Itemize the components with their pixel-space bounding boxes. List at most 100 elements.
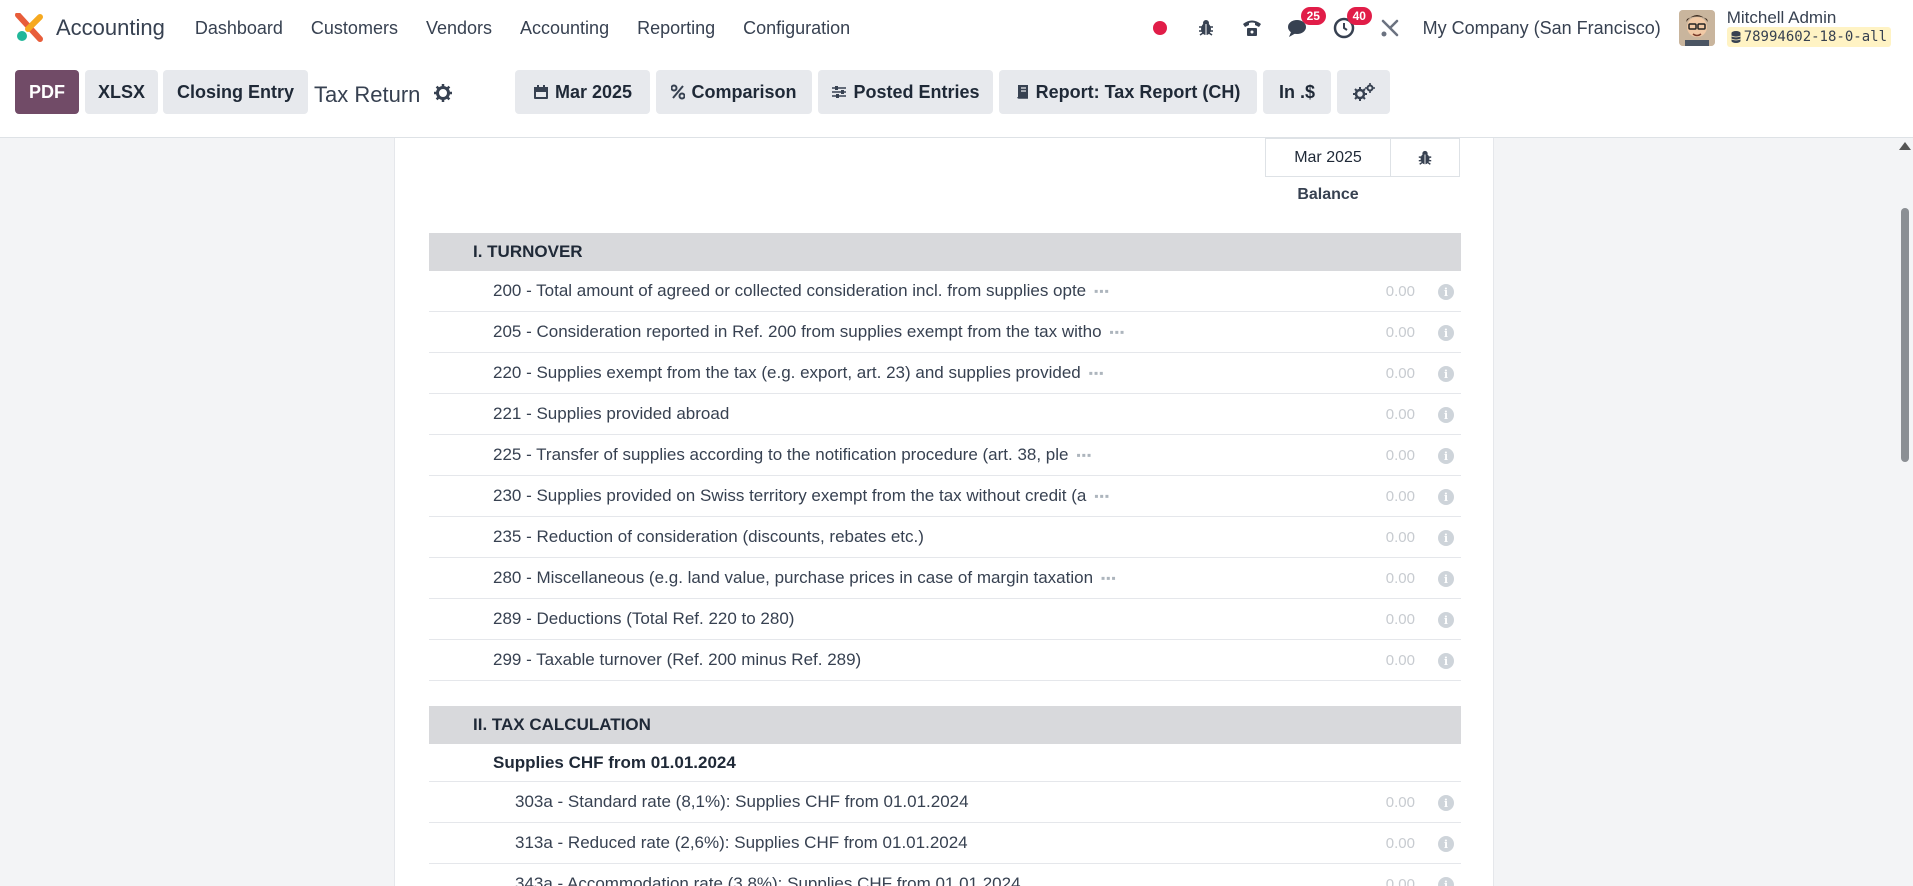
scroll-up-arrow-icon[interactable] — [1899, 142, 1911, 150]
info-icon[interactable]: i — [1438, 836, 1454, 852]
report-line[interactable]: 313a - Reduced rate (2,6%): Supplies CHF… — [429, 823, 1461, 864]
report-line-value[interactable]: 0.00 — [1335, 835, 1415, 852]
menu-customers[interactable]: Customers — [297, 18, 412, 39]
report-line[interactable]: 225 - Transfer of supplies according to … — [429, 435, 1461, 476]
report-line-label: 221 - Supplies provided abroad — [493, 404, 730, 423]
activities-badge: 40 — [1346, 7, 1372, 25]
gear-icon[interactable] — [434, 84, 452, 107]
report-line-label: 225 - Transfer of supplies according to … — [493, 445, 1069, 464]
report-line-value[interactable]: 0.00 — [1335, 794, 1415, 811]
info-icon[interactable]: i — [1438, 489, 1454, 505]
report-line[interactable]: 221 - Supplies provided abroad 0.00 i — [429, 394, 1461, 435]
info-icon[interactable]: i — [1438, 612, 1454, 628]
record-icon[interactable] — [1147, 15, 1173, 41]
info-icon[interactable]: i — [1438, 653, 1454, 669]
report-line[interactable]: 230 - Supplies provided on Swiss territo… — [429, 476, 1461, 517]
report-line-label: 205 - Consideration reported in Ref. 200… — [493, 322, 1102, 341]
report-settings-button[interactable] — [1337, 70, 1390, 114]
report-line-value[interactable]: 0.00 — [1335, 406, 1415, 423]
column-debug-bug-icon[interactable] — [1391, 138, 1460, 177]
report-line[interactable]: 205 - Consideration reported in Ref. 200… — [429, 312, 1461, 353]
subsection-supplies-header[interactable]: Supplies CHF from 01.01.2024 — [429, 744, 1461, 782]
user-name: Mitchell Admin — [1726, 8, 1837, 27]
app-name[interactable]: Accounting — [56, 15, 165, 41]
debug-bug-icon[interactable] — [1193, 15, 1219, 41]
report-line-value[interactable]: 0.00 — [1335, 570, 1415, 587]
vertical-scrollbar[interactable] — [1896, 138, 1913, 886]
report-line-value[interactable]: 0.00 — [1335, 652, 1415, 669]
report-line-value[interactable]: 0.00 — [1335, 447, 1415, 464]
pdf-button[interactable]: PDF — [15, 70, 79, 114]
systray: 25 40 My Company (San Francisco) Mitchel… — [1137, 0, 1891, 56]
database-tag: 78994602-18-0-all — [1726, 27, 1891, 47]
report-line-value[interactable]: 0.00 — [1335, 529, 1415, 546]
currency-button[interactable]: In .$ — [1263, 70, 1331, 114]
report-line[interactable]: 343a - Accommodation rate (3,8%): Suppli… — [429, 864, 1461, 886]
info-icon[interactable]: i — [1438, 407, 1454, 423]
expand-ellipsis-icon[interactable]: ▪▪▪ — [1094, 284, 1110, 298]
column-balance-label: Balance — [1297, 186, 1359, 203]
report-line-label: 343a - Accommodation rate (3,8%): Suppli… — [515, 874, 1021, 886]
info-icon[interactable]: i — [1438, 530, 1454, 546]
messages-icon[interactable]: 25 — [1285, 7, 1326, 41]
report-line[interactable]: 303a - Standard rate (8,1%): Supplies CH… — [429, 782, 1461, 823]
report-line-value[interactable]: 0.00 — [1335, 488, 1415, 505]
report-line[interactable]: 235 - Reduction of consideration (discou… — [429, 517, 1461, 558]
menu-reporting[interactable]: Reporting — [623, 18, 729, 39]
report-selector-button[interactable]: Report: Tax Report (CH) — [999, 70, 1257, 114]
top-navbar: Accounting Dashboard Customers Vendors A… — [0, 0, 1913, 56]
user-menu[interactable]: Mitchell Admin 78994602-18-0-all — [1726, 8, 1891, 47]
info-icon[interactable]: i — [1438, 448, 1454, 464]
info-icon[interactable]: i — [1438, 795, 1454, 811]
report-line-label: 303a - Standard rate (8,1%): Supplies CH… — [515, 792, 969, 811]
column-period-header[interactable]: Mar 2025 — [1265, 138, 1391, 177]
report-line[interactable]: 220 - Supplies exempt from the tax (e.g.… — [429, 353, 1461, 394]
info-icon[interactable]: i — [1438, 284, 1454, 300]
menu-dashboard[interactable]: Dashboard — [181, 18, 297, 39]
info-icon[interactable]: i — [1438, 877, 1454, 886]
report-line[interactable]: 280 - Miscellaneous (e.g. land value, pu… — [429, 558, 1461, 599]
report-line-label: 230 - Supplies provided on Swiss territo… — [493, 486, 1087, 505]
expand-ellipsis-icon[interactable]: ▪▪▪ — [1110, 325, 1126, 339]
tools-icon[interactable] — [1377, 15, 1403, 41]
report-line-value[interactable]: 0.00 — [1335, 876, 1415, 886]
report-line-value[interactable]: 0.00 — [1335, 365, 1415, 382]
expand-ellipsis-icon[interactable]: ▪▪▪ — [1089, 366, 1105, 380]
menu-vendors[interactable]: Vendors — [412, 18, 506, 39]
info-icon[interactable]: i — [1438, 571, 1454, 587]
expand-ellipsis-icon[interactable]: ▪▪▪ — [1077, 448, 1093, 462]
percent-icon — [671, 84, 686, 100]
xlsx-button[interactable]: XLSX — [85, 70, 158, 114]
info-icon[interactable]: i — [1438, 366, 1454, 382]
comparison-button[interactable]: Comparison — [656, 70, 812, 114]
activities-clock-icon[interactable]: 40 — [1331, 7, 1372, 41]
report-line-label: 200 - Total amount of agreed or collecte… — [493, 281, 1087, 300]
menu-configuration[interactable]: Configuration — [729, 18, 864, 39]
report-line[interactable]: 200 - Total amount of agreed or collecte… — [429, 271, 1461, 312]
report-line-value[interactable]: 0.00 — [1335, 611, 1415, 628]
section-turnover-header[interactable]: I. TURNOVER — [429, 233, 1461, 271]
report-line-value[interactable]: 0.00 — [1335, 324, 1415, 341]
report-line-value[interactable]: 0.00 — [1335, 283, 1415, 300]
report-line-label: 313a - Reduced rate (2,6%): Supplies CHF… — [515, 833, 968, 852]
company-switcher[interactable]: My Company (San Francisco) — [1423, 18, 1661, 39]
report-line-label: 280 - Miscellaneous (e.g. land value, pu… — [493, 568, 1094, 587]
closing-entry-button[interactable]: Closing Entry — [163, 70, 308, 114]
info-icon[interactable]: i — [1438, 325, 1454, 341]
scroll-thumb[interactable] — [1901, 208, 1909, 462]
book-icon — [1016, 85, 1028, 99]
user-avatar[interactable] — [1678, 10, 1715, 46]
section-tax-calculation-header[interactable]: II. TAX CALCULATION — [429, 706, 1461, 744]
expand-ellipsis-icon[interactable]: ▪▪▪ — [1101, 571, 1117, 585]
menu-accounting[interactable]: Accounting — [506, 18, 623, 39]
cogs-icon — [1352, 83, 1375, 101]
posted-entries-button[interactable]: Posted Entries — [818, 70, 993, 114]
report-line[interactable]: 289 - Deductions (Total Ref. 220 to 280)… — [429, 599, 1461, 640]
date-filter-button[interactable]: Mar 2025 — [515, 70, 650, 114]
sliders-icon — [832, 86, 847, 98]
app-logo-icon[interactable] — [14, 12, 44, 43]
phone-icon[interactable] — [1239, 15, 1265, 41]
expand-ellipsis-icon[interactable]: ▪▪▪ — [1094, 489, 1110, 503]
report-line[interactable]: 299 - Taxable turnover (Ref. 200 minus R… — [429, 640, 1461, 681]
page-title: Tax Return — [314, 82, 421, 107]
